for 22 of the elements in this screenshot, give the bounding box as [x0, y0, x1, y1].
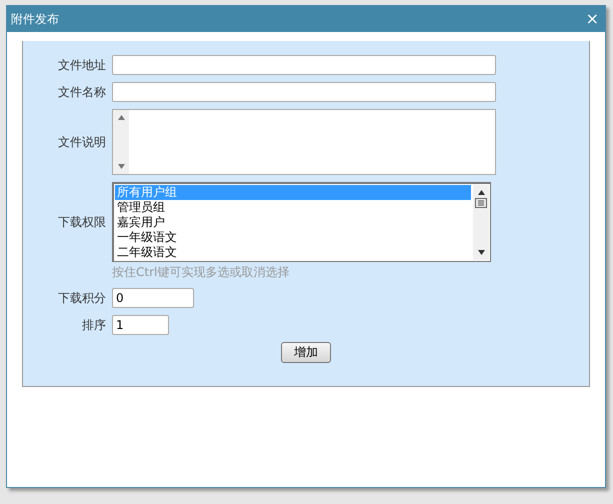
field-label: 文件名称	[57, 84, 106, 100]
list-option[interactable]: 嘉宾用户	[115, 215, 471, 230]
field-label: 下载积分	[57, 290, 106, 306]
close-button[interactable]: ×	[586, 11, 599, 27]
add-button[interactable]: 增加	[281, 342, 331, 363]
field-label: 下载权限	[57, 214, 106, 230]
input-field[interactable]	[112, 82, 496, 102]
list-option[interactable]: 管理员组	[115, 200, 471, 215]
scroll-up-icon[interactable]	[478, 190, 484, 195]
list-box[interactable]: 所有用户组 管理员组 嘉宾用户 一年级语文 二年级语文	[112, 182, 491, 262]
list-option[interactable]: 二年级语文	[115, 245, 471, 260]
list-option[interactable]: 一年级语文	[115, 230, 471, 245]
hint-text: 按住Ctrl键可实现多选或取消选择	[112, 264, 290, 281]
field-label: 文件地址	[57, 56, 106, 74]
input-field[interactable]	[112, 55, 496, 75]
field-label: 排序	[81, 316, 106, 334]
scroll-thumb[interactable]	[475, 198, 487, 208]
field-label: 文件说明	[57, 134, 106, 150]
input-field[interactable]: 1	[112, 315, 169, 335]
input-field[interactable]: 0	[112, 288, 194, 308]
dialog-title: 附件发布	[11, 10, 59, 28]
scroll-down-icon[interactable]	[478, 250, 484, 255]
